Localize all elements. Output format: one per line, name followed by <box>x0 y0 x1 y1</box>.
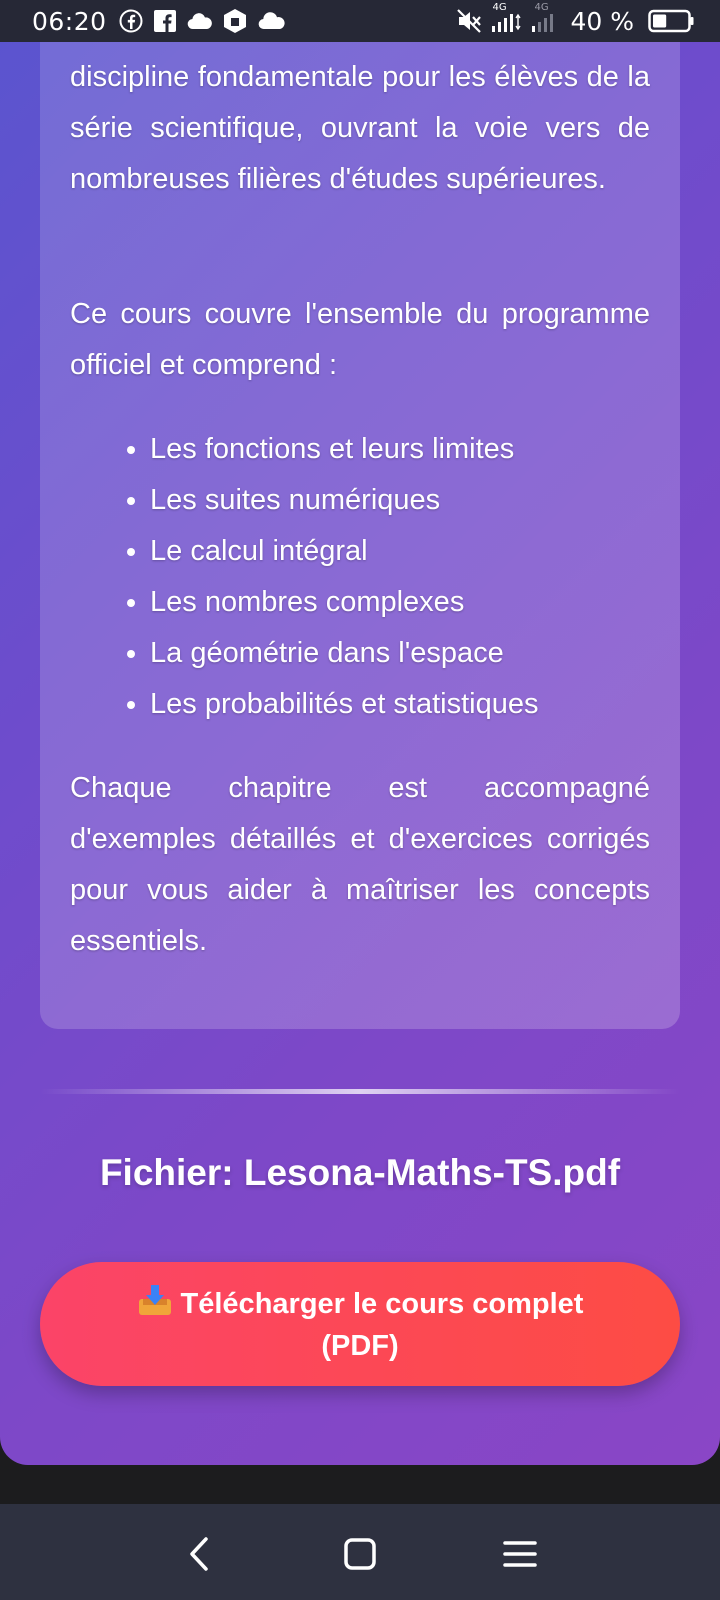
cloud-icon <box>187 11 213 31</box>
file-name-label: Fichier: Lesona-Maths-TS.pdf <box>99 1152 621 1193</box>
download-tray-icon <box>137 1283 173 1327</box>
list-item: Les suites numériques <box>150 475 650 526</box>
signal-icon: 4G <box>490 2 522 34</box>
cloud-icon <box>257 11 287 31</box>
download-button-label: Télécharger le cours complet (PDF) <box>180 1288 584 1362</box>
list-item: La géométrie dans l'espace <box>150 628 650 679</box>
mute-icon <box>456 8 482 34</box>
status-bar: 06:20 4G 4G 40 % <box>0 0 720 42</box>
list-item: Les probabilités et statistiques <box>150 679 650 730</box>
hexagon-app-icon <box>223 8 247 34</box>
download-pdf-button[interactable]: Télécharger le cours complet (PDF) <box>40 1262 680 1386</box>
navigation-bar <box>0 1504 720 1600</box>
signal-weak-icon: 4G <box>530 2 556 34</box>
list-item: Les nombres complexes <box>150 577 650 628</box>
description-paragraph-1: discipline fondamentale pour les élèves … <box>70 61 650 195</box>
facebook-square-icon <box>153 9 177 33</box>
menu-icon[interactable] <box>498 1532 542 1576</box>
list-item: Les fonctions et leurs limites <box>150 424 650 475</box>
divider <box>40 1089 680 1094</box>
course-card: discipline fondamentale pour les élèves … <box>0 0 720 1465</box>
description-paragraph-2: Ce cours couvre l'ensemble du programme … <box>70 298 650 381</box>
facebook-icon <box>119 9 143 33</box>
back-icon[interactable] <box>178 1532 222 1576</box>
home-icon[interactable] <box>338 1532 382 1576</box>
topic-list: Les fonctions et leurs limites Les suite… <box>70 424 650 730</box>
battery-icon <box>648 8 694 34</box>
battery-percent: 40 % <box>570 6 634 36</box>
description-paragraph-3: Chaque chapitre est accompagné d'exemple… <box>70 772 650 957</box>
status-time: 06:20 <box>32 6 107 36</box>
list-item: Le calcul intégral <box>150 526 650 577</box>
